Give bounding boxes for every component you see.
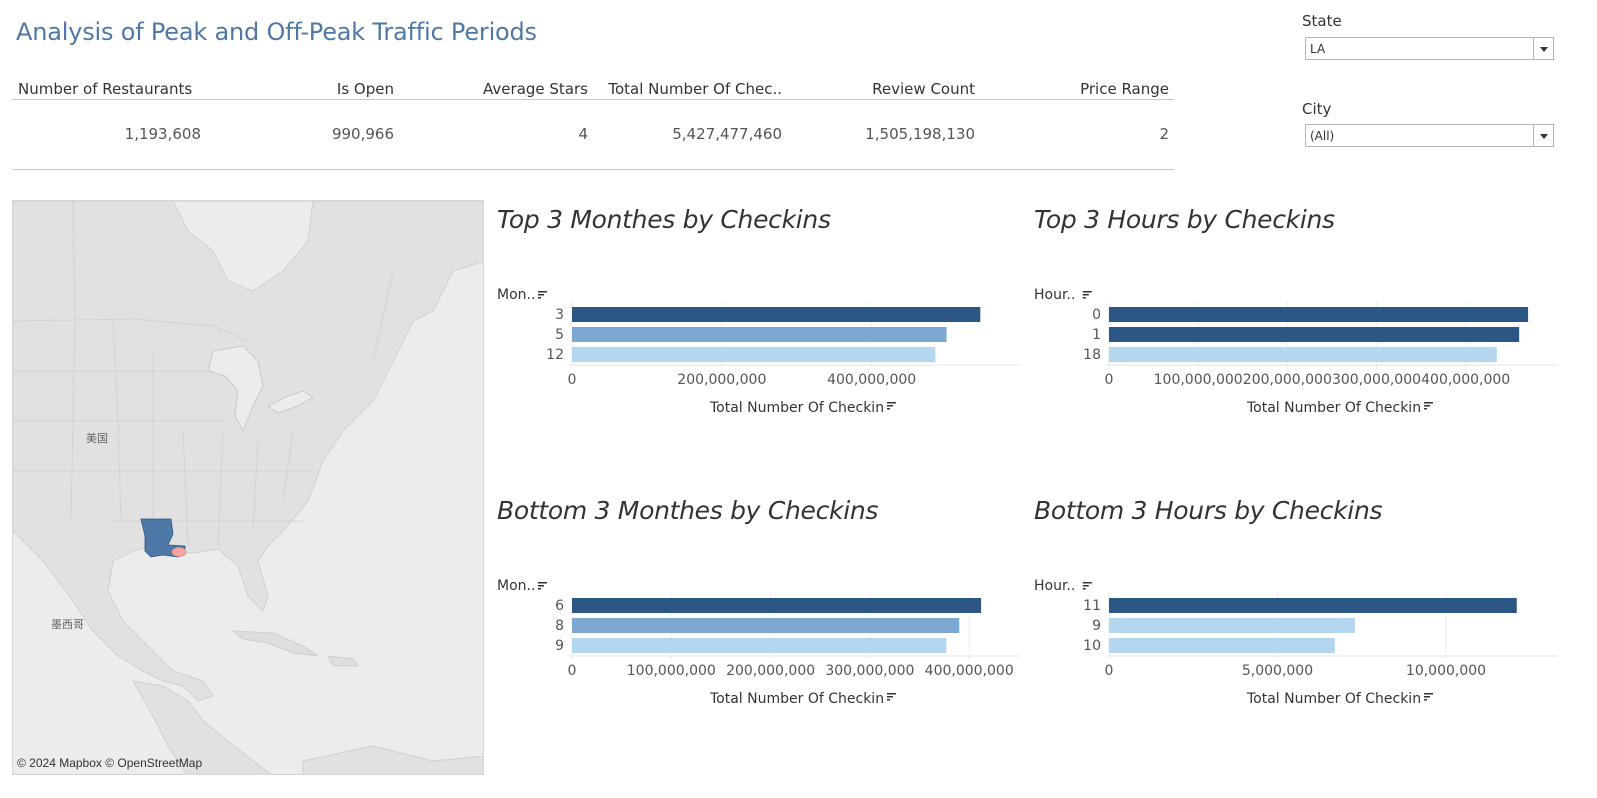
chart-svg: Mon.. 3 5 120 200,000,000 400,000,000 Total Nu… (497, 287, 1019, 416)
bar (572, 307, 981, 322)
bar (572, 327, 947, 342)
kpi-value-average-stars: 4 (578, 125, 588, 143)
sort-icon (887, 402, 896, 410)
sort-icon (1082, 291, 1092, 299)
map-base (13, 201, 483, 774)
bar (572, 347, 936, 362)
city-filter-label: City (1302, 100, 1332, 118)
map-attribution: © 2024 Mapbox © OpenStreetMap (17, 756, 203, 770)
kpi-header-is-open: Is Open (336, 80, 394, 98)
bottom-hours-chart: Bottom 3 Hours by Checkins Hour.. 11 9 10 0 5… (1034, 496, 1559, 707)
sort-icon (538, 291, 547, 299)
category-label: 9 (1092, 618, 1101, 634)
category-label: 3 (555, 307, 564, 323)
state-dropdown[interactable]: LA (1305, 37, 1554, 60)
x-tick-label: 0 (1105, 663, 1114, 679)
city-point-marker (171, 547, 187, 557)
y-axis-header: Hour.. (1034, 578, 1075, 594)
chart-svg: Mon.. 6 8 90 100,000,000 200,000,000 300,000,0… (497, 578, 1019, 707)
x-tick-label: 0 (1105, 372, 1114, 388)
bar (1109, 618, 1356, 633)
y-axis-header: Mon.. (497, 287, 535, 303)
kpi-header-total-checkins: Total Number Of Chec.. (608, 80, 782, 98)
kpi-value-is-open: 990,966 (331, 125, 394, 143)
kpi-table: Number of Restaurants Is Open Average St… (12, 78, 1174, 170)
sort-icon (1082, 582, 1092, 590)
category-label: 5 (555, 327, 564, 343)
bar (1109, 327, 1520, 342)
city-dropdown-value: (All) (1310, 129, 1335, 143)
category-label: 0 (1092, 307, 1101, 323)
x-axis-title: Total Number Of Checkin (709, 691, 884, 707)
bar (1109, 307, 1529, 322)
kpi-value-total-checkins: 5,427,477,460 (672, 125, 782, 143)
kpi-header-restaurants: Number of Restaurants (18, 80, 193, 98)
city-dropdown[interactable]: (All) (1305, 124, 1554, 147)
bar (1109, 347, 1497, 362)
kpi-value-price-range: 2 (1159, 125, 1169, 143)
kpi-header-average-stars: Average Stars (483, 80, 588, 98)
sort-icon (887, 693, 896, 701)
x-tick-label: 100,000,000 (627, 663, 716, 679)
x-axis-title: Total Number Of Checkin (709, 400, 884, 416)
category-label: 11 (1083, 598, 1101, 614)
kpi-value-review-count: 1,505,198,130 (865, 125, 975, 143)
category-label: 10 (1083, 638, 1101, 654)
sort-icon (1424, 402, 1433, 410)
category-label: 12 (546, 347, 564, 363)
x-tick-label: 0 (568, 372, 577, 388)
state-filter-label: State (1302, 12, 1342, 30)
x-tick-label: 400,000,000 (925, 663, 1014, 679)
kpi-header-price-range: Price Range (1080, 80, 1169, 98)
bar (1109, 598, 1517, 613)
sort-icon (1424, 693, 1433, 701)
x-tick-label: 10,000,000 (1406, 663, 1486, 679)
state-dropdown-value: LA (1310, 42, 1326, 56)
y-axis-header: Mon.. (497, 578, 535, 594)
bar (1109, 638, 1335, 653)
x-tick-label: 400,000,000 (1421, 372, 1510, 388)
kpi-header-review-count: Review Count (872, 80, 975, 98)
category-label: 9 (555, 638, 564, 654)
bar (572, 618, 960, 633)
map-label-usa: 美国 (86, 432, 108, 445)
kpi-value-restaurants: 1,193,608 (124, 125, 201, 143)
chevron-down-icon[interactable] (1533, 125, 1553, 146)
x-tick-label: 5,000,000 (1242, 663, 1313, 679)
x-axis-title: Total Number Of Checkin (1246, 400, 1421, 416)
bar (572, 598, 982, 613)
x-tick-label: 300,000,000 (1332, 372, 1421, 388)
map-label-mexico: 墨西哥 (51, 618, 84, 631)
map-view[interactable]: 美国 墨西哥 © 2024 Mapbox © OpenStreetMap (12, 200, 484, 775)
category-label: 1 (1092, 327, 1101, 343)
x-tick-label: 300,000,000 (825, 663, 914, 679)
bottom-months-chart: Bottom 3 Monthes by Checkins Mon.. 6 8 9 0 10… (497, 496, 1022, 707)
x-tick-label: 200,000,000 (677, 372, 766, 388)
x-tick-label: 100,000,000 (1154, 372, 1243, 388)
x-tick-label: 200,000,000 (726, 663, 815, 679)
top-hours-chart: Top 3 Hours by Checkins Hour.. 0 1 18 0 100,0… (1034, 205, 1559, 416)
chevron-down-icon[interactable] (1533, 38, 1553, 59)
x-tick-label: 400,000,000 (827, 372, 916, 388)
top-months-chart: Top 3 Monthes by Checkins Mon.. 3 5 12 0 200,… (497, 205, 1022, 416)
sort-icon (538, 582, 547, 590)
page-title: Analysis of Peak and Off-Peak Traffic Pe… (16, 18, 537, 46)
y-axis-header: Hour.. (1034, 287, 1075, 303)
category-label: 8 (555, 618, 564, 634)
x-tick-label: 200,000,000 (1243, 372, 1332, 388)
x-axis-title: Total Number Of Checkin (1246, 691, 1421, 707)
category-label: 6 (555, 598, 564, 614)
category-label: 18 (1083, 347, 1101, 363)
x-tick-label: 0 (568, 663, 577, 679)
chart-svg: Hour..01180 100,000,000 200,000,000 300,000… (1034, 287, 1557, 416)
bar (572, 638, 947, 653)
chart-svg: Hour.. 11 9 100 5,000,000 10,000,000 Total Num… (1034, 578, 1557, 707)
